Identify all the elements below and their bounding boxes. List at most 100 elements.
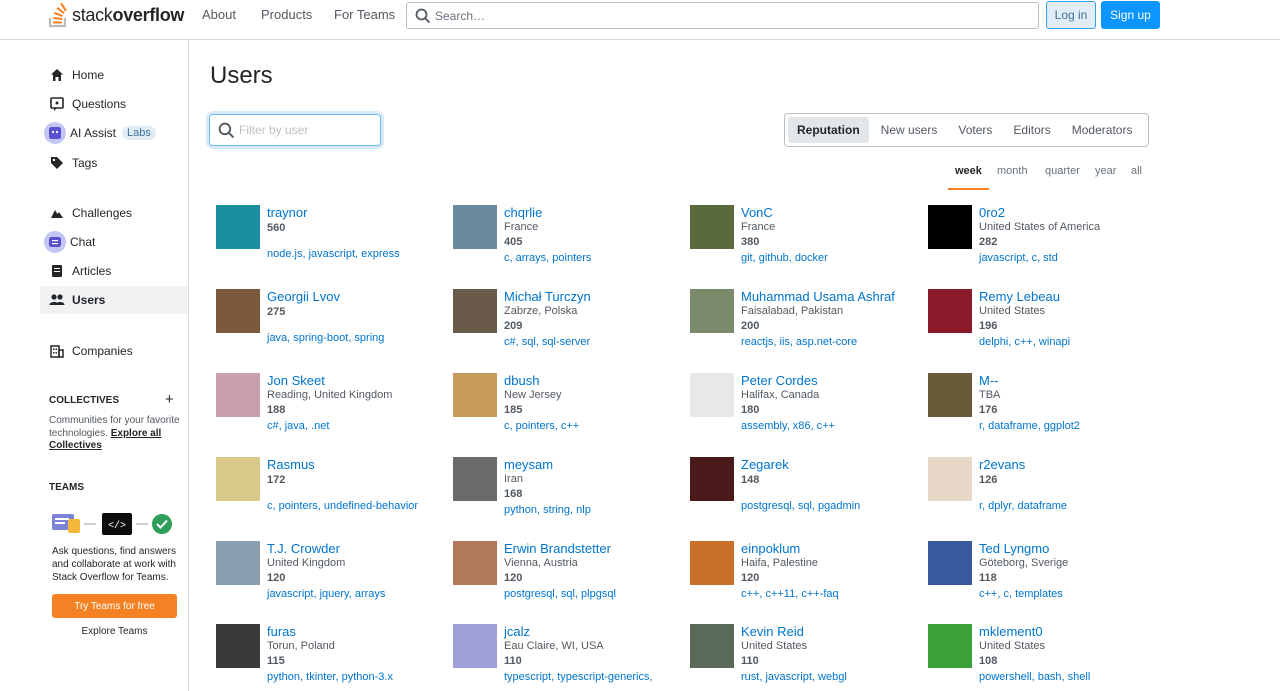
sidebar-item-home[interactable]: Home [40,61,188,89]
user-name-link[interactable]: Remy Lebeau [979,289,1060,304]
user-avatar[interactable] [690,289,734,333]
user-tags[interactable]: c++, c++11, c++-faq [741,588,839,600]
user-tags[interactable]: javascript, c, std [979,252,1058,264]
user-tags[interactable]: r, dataframe, ggplot2 [979,420,1080,432]
user-tags[interactable]: git, github, docker [741,252,828,264]
user-tags[interactable]: postgresql, sql, plpgsql [504,588,616,600]
user-avatar[interactable] [928,624,972,668]
user-avatar[interactable] [690,205,734,249]
user-name-link[interactable]: jcalz [504,624,530,639]
sidebar-item-articles[interactable]: Articles [40,257,188,285]
user-name-link[interactable]: Ted Lyngmo [979,541,1049,556]
period-month[interactable]: month [997,165,1028,177]
site-search[interactable] [406,2,1039,29]
user-name-link[interactable]: VonC [741,205,773,220]
user-tags[interactable]: reactjs, iis, asp.net-core [741,336,857,348]
user-name-link[interactable]: chqrlie [504,205,542,220]
user-tags[interactable]: c, pointers, undefined-behavior [267,500,418,512]
sidebar-item-chat[interactable]: Chat [40,228,188,256]
user-name-link[interactable]: Erwin Brandstetter [504,541,611,556]
user-avatar[interactable] [453,541,497,585]
user-avatar[interactable] [453,289,497,333]
user-avatar[interactable] [928,205,972,249]
user-avatar[interactable] [928,457,972,501]
nav-for-teams[interactable]: For Teams [334,7,395,22]
user-name-link[interactable]: Georgii Lvov [267,289,340,304]
user-avatar[interactable] [453,457,497,501]
period-all[interactable]: all [1131,165,1142,177]
user-name-link[interactable]: M-- [979,373,999,388]
period-week[interactable]: week [955,165,982,177]
user-name-link[interactable]: Jon Skeet [267,373,325,388]
user-name-link[interactable]: furas [267,624,296,639]
sidebar-item-ai-assist[interactable]: AI Assist Labs [40,119,188,147]
sidebar-item-tags[interactable]: Tags [40,149,188,177]
user-name-link[interactable]: einpoklum [741,541,800,556]
user-avatar[interactable] [690,541,734,585]
user-avatar[interactable] [690,624,734,668]
period-year[interactable]: year [1095,165,1116,177]
user-name-link[interactable]: Kevin Reid [741,624,804,639]
user-avatar[interactable] [928,289,972,333]
try-teams-button[interactable]: Try Teams for free [52,594,177,618]
user-tags[interactable]: java, spring-boot, spring [267,332,384,344]
plus-icon[interactable]: + [165,391,174,408]
sidebar-item-challenges[interactable]: Challenges [40,199,188,227]
user-name-link[interactable]: r2evans [979,457,1025,472]
user-name-link[interactable]: T.J. Crowder [267,541,340,556]
tab-editors[interactable]: Editors [1004,117,1059,143]
user-tags[interactable]: c, arrays, pointers [504,252,591,264]
user-name-link[interactable]: mklement0 [979,624,1043,639]
user-tags[interactable]: powershell, bash, shell [979,671,1090,683]
login-button[interactable]: Log in [1046,1,1096,29]
user-name-link[interactable]: dbush [504,373,539,388]
user-avatar[interactable] [690,373,734,417]
user-avatar[interactable] [453,624,497,668]
user-avatar[interactable] [453,205,497,249]
user-name-link[interactable]: 0ro2 [979,205,1005,220]
user-name-link[interactable]: traynor [267,205,307,220]
user-name-link[interactable]: Michał Turczyn [504,289,591,304]
tab-moderators[interactable]: Moderators [1063,117,1142,143]
user-tags[interactable]: r, dplyr, dataframe [979,500,1067,512]
explore-teams-link[interactable]: Explore Teams [52,626,177,637]
user-name-link[interactable]: meysam [504,457,553,472]
user-avatar[interactable] [216,289,260,333]
tab-reputation[interactable]: Reputation [788,117,869,143]
nav-about[interactable]: About [202,7,236,22]
user-tags[interactable]: c#, sql, sql-server [504,336,590,348]
signup-button[interactable]: Sign up [1101,1,1160,29]
user-tags[interactable]: assembly, x86, c++ [741,420,835,432]
tab-voters[interactable]: Voters [949,117,1001,143]
user-avatar[interactable] [216,624,260,668]
user-avatar[interactable] [216,457,260,501]
user-tags[interactable]: node.js, javascript, express [267,248,400,260]
user-tags[interactable]: c, pointers, c++ [504,420,579,432]
nav-products[interactable]: Products [261,7,312,22]
user-avatar[interactable] [216,373,260,417]
period-quarter[interactable]: quarter [1045,165,1080,177]
user-tags[interactable]: javascript, jquery, arrays [267,588,385,600]
user-name-link[interactable]: Muhammad Usama Ashraf [741,289,895,304]
user-avatar[interactable] [928,541,972,585]
user-name-link[interactable]: Rasmus [267,457,315,472]
search-input[interactable] [435,3,1025,28]
sidebar-item-users[interactable]: Users [40,286,188,314]
user-tags[interactable]: typescript, typescript-generics, [504,671,653,683]
user-avatar[interactable] [216,541,260,585]
filter-input[interactable] [239,117,374,143]
user-tags[interactable]: c++, c, templates [979,588,1063,600]
user-name-link[interactable]: Peter Cordes [741,373,818,388]
sidebar-item-companies[interactable]: Companies [40,337,188,365]
user-avatar[interactable] [216,205,260,249]
user-tags[interactable]: delphi, c++, winapi [979,336,1070,348]
user-avatar[interactable] [928,373,972,417]
user-tags[interactable]: python, string, nlp [504,504,591,516]
sidebar-item-questions[interactable]: Questions [40,90,188,118]
stackoverflow-logo[interactable]: stackoverflow [48,0,184,30]
user-tags[interactable]: postgresql, sql, pgadmin [741,500,860,512]
tab-new-users[interactable]: New users [872,117,947,143]
user-tags[interactable]: rust, javascript, webgl [741,671,847,683]
user-tags[interactable]: python, tkinter, python-3.x [267,671,393,683]
user-avatar[interactable] [453,373,497,417]
